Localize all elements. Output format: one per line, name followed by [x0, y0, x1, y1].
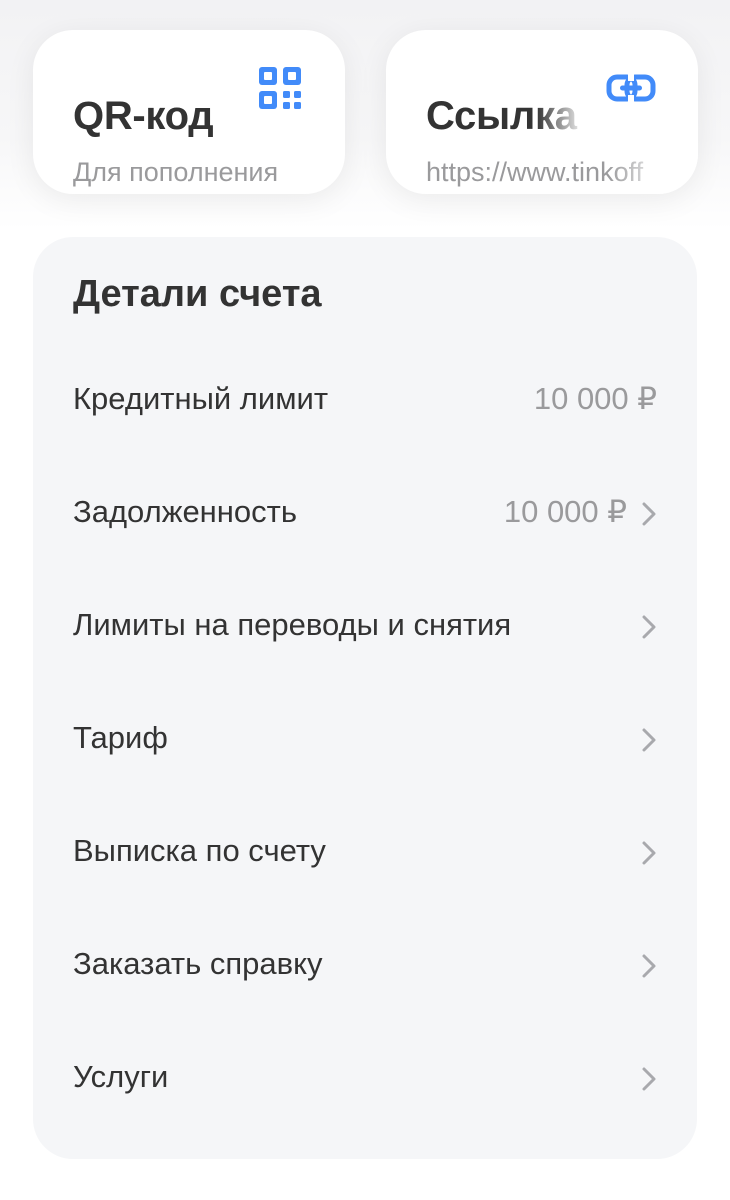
link-icon	[606, 73, 656, 103]
account-details-panel: Детали счета Кредитный лимит 10 000 ₽ За…	[33, 237, 697, 1159]
account-statement-row[interactable]: Выписка по счету	[33, 817, 697, 887]
qr-code-icon	[259, 67, 301, 109]
credit-limit-row[interactable]: Кредитный лимит 10 000 ₽	[33, 365, 697, 435]
row-label: Лимиты на переводы и снятия	[73, 607, 512, 642]
row-value: 10 000 ₽	[503, 494, 627, 529]
row-label: Заказать справку	[73, 946, 323, 981]
row-label: Услуги	[73, 1059, 169, 1094]
chevron-right-icon	[642, 502, 656, 526]
row-value: 10 000 ₽	[533, 381, 657, 416]
row-label: Выписка по счету	[73, 833, 326, 868]
order-certificate-row[interactable]: Заказать справку	[33, 930, 697, 1000]
qr-card-title: QR-код	[73, 94, 214, 138]
chevron-right-icon	[642, 841, 656, 865]
row-label: Задолженность	[73, 494, 298, 529]
chevron-right-icon	[642, 728, 656, 752]
chevron-right-icon	[642, 1067, 656, 1091]
chevron-right-icon	[642, 615, 656, 639]
row-label: Тариф	[73, 720, 168, 755]
services-row[interactable]: Услуги	[33, 1043, 697, 1113]
debt-row[interactable]: Задолженность 10 000 ₽	[33, 478, 697, 548]
qr-code-card[interactable]: QR-код Для пополнения	[33, 30, 345, 194]
title-fade-overlay	[536, 86, 586, 150]
tariff-row[interactable]: Тариф	[33, 704, 697, 774]
url-fade-overlay	[608, 154, 698, 194]
chevron-right-icon	[642, 954, 656, 978]
qr-card-subtitle: Для пополнения	[73, 157, 279, 187]
row-label: Кредитный лимит	[73, 381, 329, 416]
account-details-title: Детали счета	[73, 273, 322, 315]
link-card[interactable]: Ссылка https://www.tinkoff	[386, 30, 698, 194]
transfer-limits-row[interactable]: Лимиты на переводы и снятия	[33, 591, 697, 661]
